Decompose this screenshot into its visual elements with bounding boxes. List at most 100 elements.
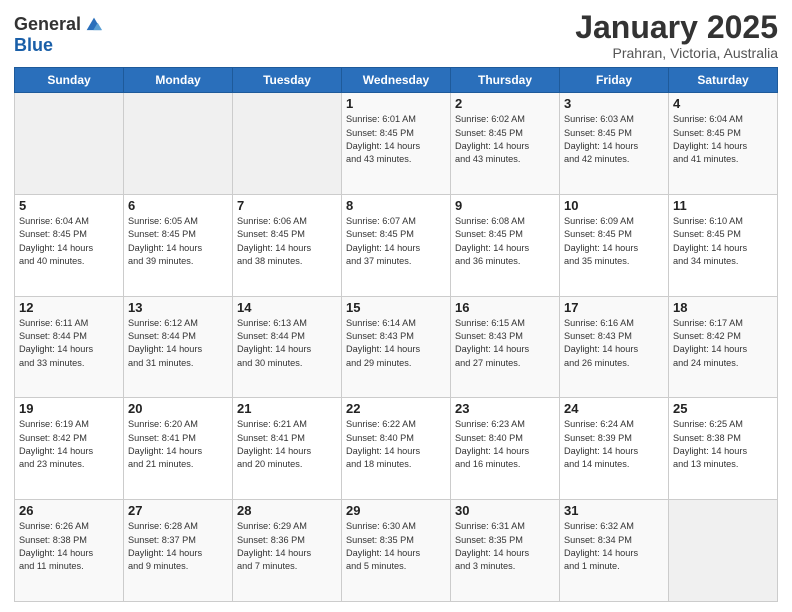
day-number: 21 [237,401,337,416]
day-number: 18 [673,300,773,315]
calendar-cell: 1 Sunrise: 6:01 AM Sunset: 8:45 PM Daylig… [342,93,451,195]
day-of-week-header: Tuesday [233,68,342,93]
day-of-week-header: Thursday [451,68,560,93]
header: General Blue January 2025 Prahran, Victo… [14,10,778,61]
day-info: Sunrise: 6:05 AM Sunset: 8:45 PM Dayligh… [128,215,228,268]
day-info: Sunrise: 6:09 AM Sunset: 8:45 PM Dayligh… [564,215,664,268]
calendar-cell [669,500,778,602]
calendar-week-row: 5 Sunrise: 6:04 AM Sunset: 8:45 PM Daylig… [15,194,778,296]
logo-icon [83,14,105,36]
day-number: 24 [564,401,664,416]
title-block: January 2025 Prahran, Victoria, Australi… [575,10,778,61]
day-info: Sunrise: 6:07 AM Sunset: 8:45 PM Dayligh… [346,215,446,268]
day-info: Sunrise: 6:29 AM Sunset: 8:36 PM Dayligh… [237,520,337,573]
calendar-cell: 22 Sunrise: 6:22 AM Sunset: 8:40 PM Dayli… [342,398,451,500]
logo: General Blue [14,14,105,56]
page: General Blue January 2025 Prahran, Victo… [0,0,792,612]
calendar-cell: 6 Sunrise: 6:05 AM Sunset: 8:45 PM Daylig… [124,194,233,296]
calendar-cell: 21Sunrise: 6:21 AM Sunset: 8:41 PM Dayli… [233,398,342,500]
day-info: Sunrise: 6:15 AM Sunset: 8:43 PM Dayligh… [455,317,555,370]
calendar-cell: 8 Sunrise: 6:07 AM Sunset: 8:45 PM Daylig… [342,194,451,296]
day-number: 14 [237,300,337,315]
day-of-week-header: Friday [560,68,669,93]
calendar-cell: 12 Sunrise: 6:11 AM Sunset: 8:44 PM Dayli… [15,296,124,398]
day-number: 6 [128,198,228,213]
day-number: 10 [564,198,664,213]
day-number: 17 [564,300,664,315]
day-number: 23 [455,401,555,416]
calendar-cell: 25 Sunrise: 6:25 AM Sunset: 8:38 PM Dayli… [669,398,778,500]
day-info: Sunrise: 6:06 AM Sunset: 8:45 PM Dayligh… [237,215,337,268]
day-info: Sunrise: 6:13 AM Sunset: 8:44 PM Dayligh… [237,317,337,370]
calendar-cell: 18 Sunrise: 6:17 AM Sunset: 8:42 PM Dayli… [669,296,778,398]
location: Prahran, Victoria, Australia [575,45,778,61]
day-number: 8 [346,198,446,213]
day-number: 2 [455,96,555,111]
day-info: Sunrise: 6:32 AM Sunset: 8:34 PM Dayligh… [564,520,664,573]
day-number: 5 [19,198,119,213]
calendar-cell: 31 Sunrise: 6:32 AM Sunset: 8:34 PM Dayli… [560,500,669,602]
day-number: 26 [19,503,119,518]
calendar-cell: 9 Sunrise: 6:08 AM Sunset: 8:45 PM Daylig… [451,194,560,296]
day-info: Sunrise: 6:11 AM Sunset: 8:44 PM Dayligh… [19,317,119,370]
day-info: Sunrise: 6:25 AM Sunset: 8:38 PM Dayligh… [673,418,773,471]
day-info: Sunrise: 6:31 AM Sunset: 8:35 PM Dayligh… [455,520,555,573]
calendar-cell: 15 Sunrise: 6:14 AM Sunset: 8:43 PM Dayli… [342,296,451,398]
calendar-week-row: 1 Sunrise: 6:01 AM Sunset: 8:45 PM Daylig… [15,93,778,195]
day-info: Sunrise: 6:04 AM Sunset: 8:45 PM Dayligh… [673,113,773,166]
calendar-cell: 10 Sunrise: 6:09 AM Sunset: 8:45 PM Dayli… [560,194,669,296]
day-number: 30 [455,503,555,518]
day-of-week-header: Wednesday [342,68,451,93]
day-number: 20 [128,401,228,416]
calendar-cell: 7Sunrise: 6:06 AM Sunset: 8:45 PM Daylig… [233,194,342,296]
calendar-cell: 23 Sunrise: 6:23 AM Sunset: 8:40 PM Dayli… [451,398,560,500]
day-number: 4 [673,96,773,111]
day-info: Sunrise: 6:20 AM Sunset: 8:41 PM Dayligh… [128,418,228,471]
day-number: 25 [673,401,773,416]
calendar-cell: 28Sunrise: 6:29 AM Sunset: 8:36 PM Dayli… [233,500,342,602]
calendar-cell [233,93,342,195]
day-number: 22 [346,401,446,416]
day-number: 12 [19,300,119,315]
day-number: 31 [564,503,664,518]
day-info: Sunrise: 6:14 AM Sunset: 8:43 PM Dayligh… [346,317,446,370]
day-number: 16 [455,300,555,315]
day-of-week-header: Monday [124,68,233,93]
day-number: 19 [19,401,119,416]
calendar-cell: 13Sunrise: 6:12 AM Sunset: 8:44 PM Dayli… [124,296,233,398]
day-number: 9 [455,198,555,213]
calendar-cell: 11Sunrise: 6:10 AM Sunset: 8:45 PM Dayli… [669,194,778,296]
day-info: Sunrise: 6:28 AM Sunset: 8:37 PM Dayligh… [128,520,228,573]
day-info: Sunrise: 6:26 AM Sunset: 8:38 PM Dayligh… [19,520,119,573]
calendar-cell: 20 Sunrise: 6:20 AM Sunset: 8:41 PM Dayli… [124,398,233,500]
calendar-week-row: 12 Sunrise: 6:11 AM Sunset: 8:44 PM Dayli… [15,296,778,398]
day-info: Sunrise: 6:08 AM Sunset: 8:45 PM Dayligh… [455,215,555,268]
day-info: Sunrise: 6:04 AM Sunset: 8:45 PM Dayligh… [19,215,119,268]
day-info: Sunrise: 6:01 AM Sunset: 8:45 PM Dayligh… [346,113,446,166]
day-of-week-header: Sunday [15,68,124,93]
calendar-cell: 19Sunrise: 6:19 AM Sunset: 8:42 PM Dayli… [15,398,124,500]
calendar-cell: 2 Sunrise: 6:02 AM Sunset: 8:45 PM Daylig… [451,93,560,195]
calendar-cell: 14 Sunrise: 6:13 AM Sunset: 8:44 PM Dayli… [233,296,342,398]
calendar-cell: 5 Sunrise: 6:04 AM Sunset: 8:45 PM Daylig… [15,194,124,296]
day-info: Sunrise: 6:22 AM Sunset: 8:40 PM Dayligh… [346,418,446,471]
day-number: 13 [128,300,228,315]
calendar-cell: 30 Sunrise: 6:31 AM Sunset: 8:35 PM Dayli… [451,500,560,602]
calendar-cell: 4 Sunrise: 6:04 AM Sunset: 8:45 PM Daylig… [669,93,778,195]
day-number: 15 [346,300,446,315]
logo-blue-text: Blue [14,36,105,56]
day-of-week-header: Saturday [669,68,778,93]
day-number: 1 [346,96,446,111]
day-number: 3 [564,96,664,111]
day-info: Sunrise: 6:02 AM Sunset: 8:45 PM Dayligh… [455,113,555,166]
calendar-cell: 16 Sunrise: 6:15 AM Sunset: 8:43 PM Dayli… [451,296,560,398]
day-info: Sunrise: 6:17 AM Sunset: 8:42 PM Dayligh… [673,317,773,370]
day-info: Sunrise: 6:23 AM Sunset: 8:40 PM Dayligh… [455,418,555,471]
calendar-cell [124,93,233,195]
day-number: 29 [346,503,446,518]
calendar-week-row: 19Sunrise: 6:19 AM Sunset: 8:42 PM Dayli… [15,398,778,500]
day-number: 27 [128,503,228,518]
calendar-week-row: 26 Sunrise: 6:26 AM Sunset: 8:38 PM Dayli… [15,500,778,602]
day-info: Sunrise: 6:30 AM Sunset: 8:35 PM Dayligh… [346,520,446,573]
calendar-cell: 17Sunrise: 6:16 AM Sunset: 8:43 PM Dayli… [560,296,669,398]
